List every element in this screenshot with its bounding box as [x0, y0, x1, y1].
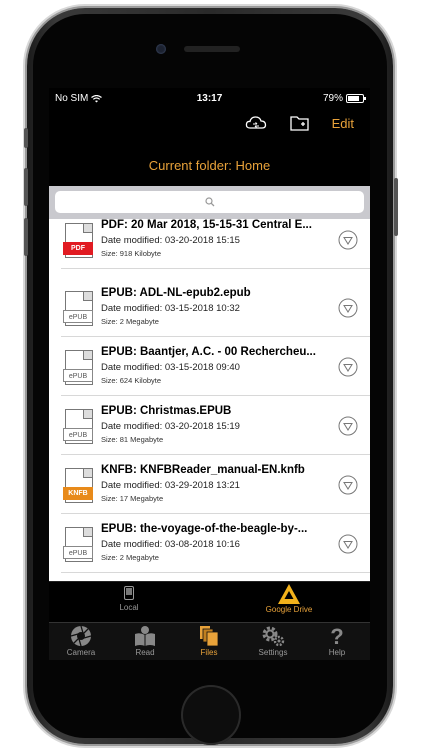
file-name: EPUB: Christmas.EPUB — [101, 405, 232, 417]
file-size: Size: 2 Megabyte — [101, 553, 159, 562]
knfb-file-icon: KNFB — [63, 468, 93, 504]
front-camera — [156, 44, 166, 54]
tab-settings-label: Settings — [258, 648, 288, 657]
file-type-tag: ePUB — [63, 546, 93, 559]
file-date: Date modified: 03-20-2018 15:19 — [101, 421, 240, 432]
power-button — [394, 178, 398, 236]
file-row[interactable]: ePUB EPUB: the-voyage-of-the-beagle-by-..… — [49, 515, 370, 573]
volume-down-button — [24, 218, 28, 256]
file-row[interactable]: ePUB EPUB: Christmas.EPUB Date modified: 0… — [49, 397, 370, 455]
page-fold-corner — [83, 410, 92, 419]
tab-read[interactable]: Read — [113, 625, 177, 657]
pdf-file-icon: PDF — [63, 223, 93, 259]
row-separator — [61, 336, 370, 337]
source-google-drive-label: Google Drive — [265, 605, 313, 614]
battery-percent: 79% — [322, 93, 343, 104]
file-date: Date modified: 03-20-2018 15:15 — [101, 235, 240, 246]
files-icon — [200, 626, 219, 647]
file-type-tag: KNFB — [63, 487, 93, 500]
search-field[interactable] — [55, 191, 368, 215]
file-name: PDF: 20 Mar 2018, 15-15-31 Central E... — [101, 219, 312, 231]
file-type-tag: ePUB — [63, 310, 93, 323]
row-separator — [61, 572, 370, 573]
earpiece-speaker — [184, 46, 240, 52]
gear-icon — [262, 626, 285, 647]
file-name: EPUB: the-voyage-of-the-beagle-by-... — [101, 523, 308, 535]
chevron-down-icon[interactable] — [338, 534, 358, 554]
file-date: Date modified: 03-15-2018 10:32 — [101, 303, 240, 314]
page-fold-corner — [83, 528, 92, 537]
epub-file-icon: ePUB — [63, 527, 93, 563]
file-date: Date modified: 03-29-2018 13:21 — [101, 480, 240, 491]
chevron-down-icon[interactable] — [338, 357, 358, 377]
tab-help[interactable]: ? Help — [305, 625, 369, 657]
chevron-down-icon[interactable] — [338, 230, 358, 250]
reader-icon — [135, 626, 155, 646]
epub-file-icon: ePUB — [63, 350, 93, 386]
status-time: 13:17 — [196, 93, 223, 104]
svg-text:?: ? — [330, 625, 343, 647]
tab-read-label: Read — [135, 648, 155, 657]
aperture-icon — [70, 625, 92, 647]
search-icon — [205, 197, 215, 207]
page-fold-corner — [83, 469, 92, 478]
help-question-icon: ? — [330, 625, 343, 647]
battery-icon — [346, 94, 366, 103]
top-toolbar: Edit — [49, 108, 370, 138]
file-list: PDF PDF: 20 Mar 2018, 15-15-31 Central E.… — [49, 219, 370, 581]
page-fold-corner — [83, 292, 92, 301]
tab-camera-label: Camera — [66, 648, 96, 657]
new-folder-icon[interactable] — [289, 113, 311, 133]
cloud-sync-icon[interactable] — [245, 113, 267, 133]
file-type-tag: ePUB — [63, 369, 93, 382]
file-size: Size: 624 Kilobyte — [101, 376, 162, 385]
file-row[interactable]: PDF PDF: 20 Mar 2018, 15-15-31 Central E.… — [49, 219, 370, 269]
status-bar: No SIM 13:17 79% — [49, 88, 370, 108]
source-local[interactable]: Local — [69, 586, 189, 612]
app-screen: No SIM 13:17 79% Edit Current folder: Ho… — [49, 88, 370, 660]
page-fold-corner — [83, 224, 92, 233]
row-separator — [61, 268, 370, 269]
source-local-label: Local — [119, 603, 139, 612]
file-size: Size: 81 Megabyte — [101, 435, 164, 444]
source-google-drive[interactable]: Google Drive — [229, 584, 349, 614]
row-separator — [61, 454, 370, 455]
phone-storage-icon — [124, 586, 134, 600]
row-separator — [61, 395, 370, 396]
epub-file-icon: ePUB — [63, 409, 93, 445]
tab-settings[interactable]: Settings — [241, 625, 305, 657]
mute-switch — [24, 128, 28, 148]
file-date: Date modified: 03-08-2018 10:16 — [101, 539, 240, 550]
file-row[interactable]: KNFB KNFB: KNFBReader_manual-EN.knfb Date … — [49, 456, 370, 514]
file-size: Size: 918 Kilobyte — [101, 249, 162, 258]
file-name: EPUB: Baantjer, A.C. - 00 Rechercheu... — [101, 346, 316, 358]
google-drive-icon — [278, 584, 300, 604]
file-type-tag: ePUB — [63, 428, 93, 441]
source-bar: Local Google Drive — [49, 581, 370, 624]
tab-bar: Camera Read Files Settings ? Help — [49, 622, 370, 660]
search-bar — [49, 186, 370, 219]
chevron-down-icon[interactable] — [338, 298, 358, 318]
epub-file-icon: ePUB — [63, 291, 93, 327]
file-row[interactable]: ePUB EPUB: ADL-NL-epub2.epub Date modified… — [49, 279, 370, 337]
file-name: KNFB: KNFBReader_manual-EN.knfb — [101, 464, 305, 476]
tab-help-label: Help — [328, 648, 346, 657]
tab-files-label: Files — [200, 648, 218, 657]
edit-button[interactable]: Edit — [332, 116, 354, 131]
page-fold-corner — [83, 351, 92, 360]
tab-files[interactable]: Files — [177, 625, 241, 657]
row-separator — [61, 513, 370, 514]
file-size: Size: 2 Megabyte — [101, 317, 159, 326]
home-button[interactable] — [181, 685, 241, 745]
chevron-down-icon[interactable] — [338, 475, 358, 495]
file-type-tag: PDF — [63, 242, 93, 255]
volume-up-button — [24, 168, 28, 206]
file-date: Date modified: 03-15-2018 09:40 — [101, 362, 240, 373]
file-row[interactable]: ePUB EPUB: Baantjer, A.C. - 00 Rechercheu… — [49, 338, 370, 396]
chevron-down-icon[interactable] — [338, 416, 358, 436]
file-name: EPUB: ADL-NL-epub2.epub — [101, 287, 251, 299]
tab-camera[interactable]: Camera — [49, 625, 113, 657]
current-folder-title: Current folder: Home — [148, 158, 271, 173]
file-size: Size: 17 Megabyte — [101, 494, 164, 503]
